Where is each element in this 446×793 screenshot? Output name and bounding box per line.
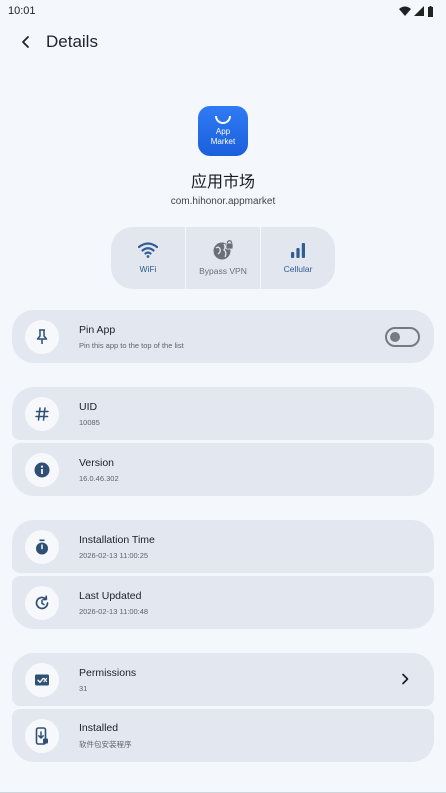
installed-title: Installed [79,721,119,734]
installed-icon-holder [25,718,59,753]
app-package-name: com.hihonor.appmarket [170,196,276,207]
version-title: Version [79,456,115,469]
last-updated-value: 2026-02-13 11:00:48 [79,606,149,616]
app-name: 应用市场 [190,174,255,191]
pin-icon-holder [25,319,59,354]
cellular-toggle-button[interactable]: Cellular [260,227,335,289]
uid-value: 10085 [79,417,100,427]
chevron-right-icon [402,673,409,685]
network-access-group: WiFi Bypass VPN Cellular [111,227,335,289]
permission-card-icon [35,674,49,685]
uid-row: UID 10085 [12,387,434,440]
timer-icon [36,539,48,554]
version-value: 16.0.46.302 [79,473,119,483]
last-updated-row: Last Updated 2026-02-13 11:00:48 [12,576,434,629]
version-icon-holder [25,452,59,487]
wifi-status-icon [399,6,411,16]
top-app-bar: Details [0,24,446,60]
installer-name: 软件包安装程序 [79,739,132,749]
pin-icon [36,328,48,344]
back-button[interactable] [6,24,46,60]
app-header: App Market 应用市场 com.hihonor.appmarket [0,106,446,207]
switch-knob [390,332,400,342]
permissions-row[interactable]: Permissions 31 [12,653,434,706]
page-title: Details [46,32,98,51]
pin-app-subtitle: Pin this app to the top of the list [79,340,184,350]
info-icon [34,462,50,477]
update-clock-icon [35,594,49,609]
uid-title: UID [79,400,98,413]
installation-time-value: 2026-02-13 11:00:25 [79,550,149,560]
app-market-icon: App Market [198,106,248,156]
wifi-icon [138,242,158,258]
installation-time-row: Installation Time 2026-02-13 11:00:25 [12,520,434,573]
last-updated-title: Last Updated [79,589,142,602]
status-time: 10:01 [8,5,36,17]
phone-download-icon [35,726,48,745]
battery-status-icon [428,5,433,17]
bypass-vpn-label: Bypass VPN [199,266,247,276]
permissions-icon-holder [25,662,59,697]
wifi-toggle-button[interactable]: WiFi [111,227,185,289]
pin-app-title: Pin App [79,323,116,336]
shopping-bag-icon [215,115,231,124]
hashtag-icon [35,406,49,421]
installed-row: Installed 软件包安装程序 [12,709,434,762]
uid-icon-holder [25,396,59,431]
cellular-icon [291,243,305,258]
signal-status-icon [414,6,424,16]
app-icon-text-2: Market [210,136,236,146]
cellular-label: Cellular [283,264,313,274]
status-bar: 10:01 [0,0,446,22]
bypass-vpn-toggle-button[interactable]: Bypass VPN [185,227,260,289]
last-updated-icon-holder [25,585,59,620]
wifi-label: WiFi [139,264,157,274]
globe-lock-icon [213,240,234,260]
installation-time-icon-holder [25,529,59,564]
back-arrow-icon [22,36,29,48]
permissions-title: Permissions [79,666,137,679]
app-icon-text-1: App [215,126,231,136]
status-icons [399,5,434,17]
installation-time-title: Installation Time [79,533,155,546]
version-row: Version 16.0.46.302 [12,443,434,496]
pin-app-switch[interactable] [385,327,420,347]
permissions-count: 31 [79,683,88,693]
pin-app-row[interactable]: Pin App Pin this app to the top of the l… [12,310,434,363]
